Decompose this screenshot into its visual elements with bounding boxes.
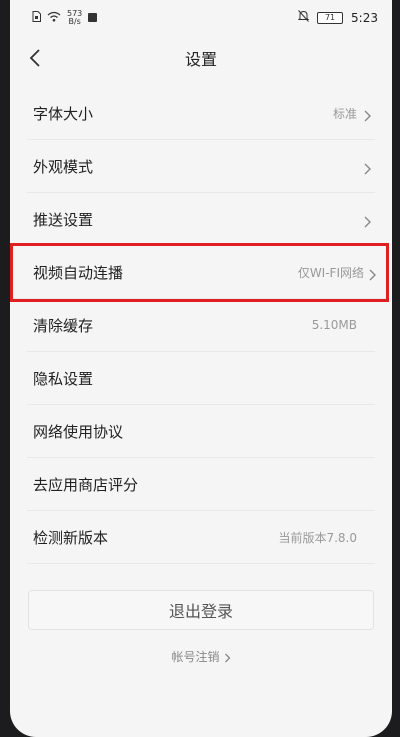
setting-font-size[interactable]: 字体大小 标准 [27,87,375,140]
chevron-right-icon [220,650,231,664]
current-version: 当前版本7.8.0 [278,530,357,545]
setting-label: 视频自动连播 [33,263,124,282]
setting-video-autoplay[interactable]: 视频自动连播 仅WI-FI网络 [10,243,389,302]
setting-label: 外观模式 [33,157,94,176]
mute-bell-icon [297,10,310,25]
header: 设置 [10,40,392,76]
setting-label: 去应用商店评分 [33,475,139,494]
chevron-right-icon [368,266,376,281]
setting-label: 推送设置 [33,210,94,229]
setting-value: 标准 [332,106,357,121]
setting-label: 清除缓存 [33,316,94,335]
page-title: 设置 [184,50,217,69]
setting-check-update[interactable]: 检测新版本 当前版本7.8.0 [27,511,375,564]
setting-clear-cache[interactable]: 清除缓存 5.10MB [27,299,375,352]
deactivate-account-link[interactable]: 帐号注销 [10,648,392,665]
battery-indicator: 71 [317,11,344,24]
deactivate-label: 帐号注销 [171,650,220,664]
setting-label: 网络使用协议 [33,422,124,441]
phone-screen: 573 B/s 71 5:23 设置 字体大小 标准 外观模式 推送设置 视频自… [10,0,392,737]
setting-label: 检测新版本 [33,528,109,547]
network-speed-unit: B/s [68,17,81,26]
setting-label: 字体大小 [33,104,94,123]
status-right: 71 5:23 [297,10,378,25]
setting-label: 隐私设置 [33,369,94,388]
chevron-right-icon [363,160,371,175]
chevron-right-icon [363,213,371,228]
setting-privacy[interactable]: 隐私设置 [27,352,375,405]
setting-rate-app[interactable]: 去应用商店评分 [27,458,375,511]
wifi-icon [47,11,61,25]
setting-network-agreement[interactable]: 网络使用协议 [27,405,375,458]
clock: 5:23 [351,10,378,25]
setting-push-settings[interactable]: 推送设置 [27,193,375,246]
settings-list: 字体大小 标准 外观模式 推送设置 视频自动连播 仅WI-FI网络 清除缓存 5… [10,87,392,564]
chevron-right-icon [363,107,371,122]
sim-card-icon [32,11,41,25]
logout-button[interactable]: 退出登录 [28,590,374,630]
network-speed: 573 B/s [67,10,82,26]
status-left: 573 B/s [32,10,98,26]
setting-value: 仅WI-FI网络 [297,265,364,280]
setting-appearance-mode[interactable]: 外观模式 [27,140,375,193]
app-notification-icon [88,12,98,25]
cache-size: 5.10MB [311,318,357,332]
status-bar: 573 B/s 71 5:23 [10,0,392,40]
